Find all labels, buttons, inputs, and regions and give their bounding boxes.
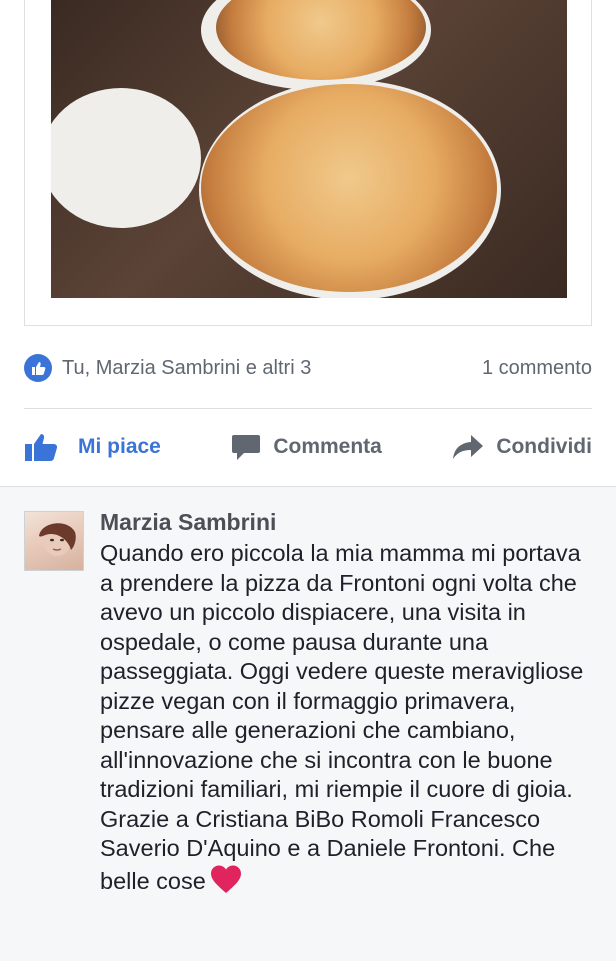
divider xyxy=(24,408,592,409)
post-card xyxy=(24,0,592,326)
comment-icon xyxy=(232,435,261,460)
likers[interactable]: Tu, Marzia Sambrini e altri 3 xyxy=(24,354,311,382)
comment-button[interactable]: Commenta xyxy=(231,432,382,462)
share-button[interactable]: Condividi xyxy=(452,434,592,460)
comment-body: Quando ero piccola la mia mamma mi porta… xyxy=(100,539,600,901)
thumbs-up-icon xyxy=(25,434,58,461)
post-photo[interactable] xyxy=(51,0,567,298)
like-label: Mi piace xyxy=(78,435,161,458)
likers-text: Tu, Marzia Sambrini e altri 3 xyxy=(62,356,312,379)
comments-count[interactable]: 1 commento xyxy=(482,357,592,380)
action-bar: Mi piace Commenta Condividi xyxy=(24,418,592,476)
share-icon xyxy=(453,435,484,459)
like-button[interactable]: Mi piace xyxy=(24,432,161,462)
comment-label: Commenta xyxy=(273,435,382,458)
front-pizza xyxy=(201,84,497,292)
heart-icon xyxy=(210,864,242,902)
reactions-bar: Tu, Marzia Sambrini e altri 3 1 commento xyxy=(24,340,592,396)
avatar-portrait xyxy=(39,523,76,556)
comments-section: Marzia Sambrini Quando ero piccola la mi… xyxy=(0,486,616,961)
like-badge-icon xyxy=(24,354,52,382)
comment-text: Quando ero piccola la mia mamma mi porta… xyxy=(100,540,584,894)
comment-author[interactable]: Marzia Sambrini xyxy=(100,509,276,536)
avatar[interactable] xyxy=(24,511,84,571)
share-label: Condividi xyxy=(496,435,592,458)
side-plate xyxy=(51,88,201,228)
